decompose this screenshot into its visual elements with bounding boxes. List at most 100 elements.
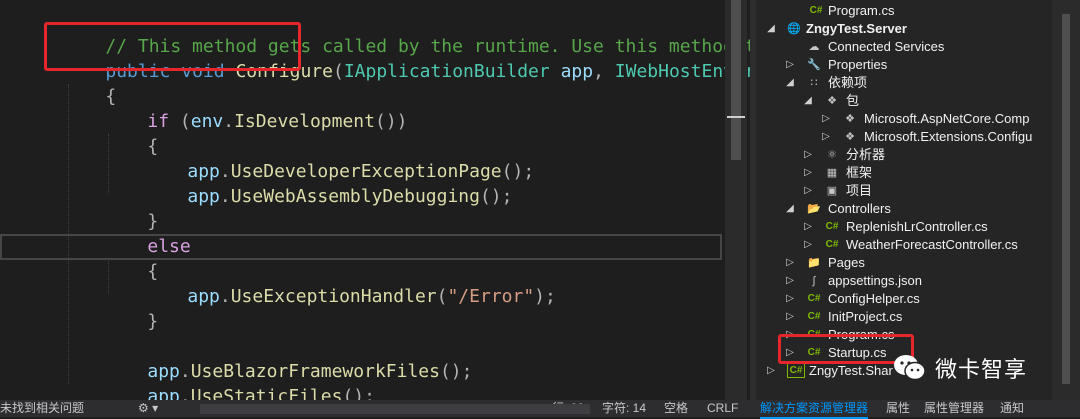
editor-horizontal-scrollbar[interactable] <box>200 404 590 414</box>
collapsed-arrow-icon[interactable]: ▷ <box>784 272 796 290</box>
tree-item-label: ZngyTest.Server <box>806 21 907 36</box>
web-project-icon: 🌐 <box>787 23 801 35</box>
collapsed-arrow-icon[interactable]: ▷ <box>802 236 814 254</box>
csharp-file-icon: C# <box>825 239 839 250</box>
dot: . <box>219 186 231 207</box>
tree-item-label: Pages <box>828 255 865 270</box>
status-chars: 字符: 14 <box>602 401 647 415</box>
tree-item-server-project[interactable]: ◢ 🌐 ZngyTest.Server <box>756 20 1052 38</box>
tree-item-label: 项目 <box>846 183 873 198</box>
tree-item-dependencies[interactable]: ◢ ∷ 依赖项 <box>756 74 1052 92</box>
collapsed-arrow-icon[interactable]: ▷ <box>820 110 832 128</box>
tree-item-label: Controllers <box>828 201 891 216</box>
collapsed-arrow-icon[interactable]: ▷ <box>784 56 796 74</box>
collapsed-arrow-icon[interactable]: ▷ <box>802 218 814 236</box>
close-paren: ()) <box>374 111 408 132</box>
tree-item-projects[interactable]: ▷ ▣ 项目 <box>756 182 1052 200</box>
scrollbar-thumb[interactable] <box>1062 14 1070 384</box>
code-line-open-brace: { <box>104 234 158 282</box>
tree-item-init-project[interactable]: ▷ C# InitProject.cs <box>756 308 1052 326</box>
code-line-use-blazor-framework-files: app.UseBlazorFrameworkFiles(); <box>104 334 472 382</box>
csharp-file-icon: C# <box>807 311 821 322</box>
tree-item-label: Microsoft.AspNetCore.Comp <box>864 111 1030 126</box>
expanded-arrow-icon[interactable]: ◢ <box>802 92 814 110</box>
code-line-if: if (env.IsDevelopment()) <box>104 84 407 132</box>
expanded-arrow-icon[interactable]: ◢ <box>765 20 777 38</box>
identifier-env: env <box>190 111 224 132</box>
tab-solution-explorer[interactable]: 解决方案资源管理器 <box>760 400 869 419</box>
csharp-file-icon: C# <box>807 293 821 304</box>
identifier-app: app <box>187 186 220 207</box>
tree-item-pages-folder[interactable]: ▷ 📁 Pages <box>756 254 1052 272</box>
collapsed-arrow-icon[interactable]: ▷ <box>784 290 796 308</box>
tree-item-analyzers[interactable]: ▷ ⚛ 分析器 <box>756 146 1052 164</box>
param-app: app <box>560 61 594 82</box>
tree-item-label: InitProject.cs <box>828 309 903 324</box>
solution-explorer: C# Program.cs ◢ 🌐 ZngyTest.Server ☁ Conn… <box>756 0 1052 400</box>
type-application-builder[interactable]: IApplicationBuilder <box>344 61 550 82</box>
scrollbar-thumb[interactable] <box>731 0 741 160</box>
tree-item-appsettings[interactable]: ▷ ∫ appsettings.json <box>756 272 1052 290</box>
tree-item-package-extensions-config[interactable]: ▷ ❖ Microsoft.Extensions.Configu <box>756 128 1052 146</box>
status-spaces[interactable]: 空格 <box>664 400 688 417</box>
tree-item-label: ConfigHelper.cs <box>828 291 920 306</box>
tab-property-manager[interactable]: 属性管理器 <box>924 400 984 417</box>
tool-window-tabs: 解决方案资源管理器 属性 属性管理器 通知 <box>756 400 1080 419</box>
tree-item-label: Connected Services <box>828 39 945 54</box>
collapsed-arrow-icon[interactable]: ▷ <box>802 146 814 164</box>
code-line-use-static-files: app.UseStaticFiles(); <box>104 359 375 407</box>
editor-vertical-scrollbar[interactable] <box>725 0 747 400</box>
tab-properties[interactable]: 属性 <box>886 400 910 417</box>
tree-item-label: Program.cs <box>828 3 895 18</box>
tree-item-properties[interactable]: ▷ 🔧 Properties <box>756 56 1052 74</box>
tree-item-connected-services[interactable]: ☁ Connected Services <box>756 38 1052 56</box>
tree-item-label: ZngyTest.Shar <box>809 363 893 378</box>
tab-notifications[interactable]: 通知 <box>1000 400 1024 417</box>
tree-item-replenish-controller[interactable]: ▷ C# ReplenishLrController.cs <box>756 218 1052 236</box>
folder-icon: 📂 <box>807 203 821 215</box>
string-literal-error: "/Error" <box>447 286 535 307</box>
status-eol[interactable]: CRLF <box>707 400 738 417</box>
annotation-box-configure <box>44 22 301 71</box>
tree-item-program-cs-client[interactable]: C# Program.cs <box>756 2 1052 20</box>
tree-item-label: Microsoft.Extensions.Configu <box>864 129 1033 144</box>
connected-services-icon: ☁ <box>808 41 820 53</box>
code-line-use-webassembly-debugging: app.UseWebAssemblyDebugging(); <box>144 159 512 207</box>
tree-item-frameworks[interactable]: ▷ ▦ 框架 <box>756 164 1052 182</box>
method-is-development[interactable]: IsDevelopment <box>234 111 375 132</box>
csharp-file-icon: C# <box>825 221 839 232</box>
wechat-logo-icon <box>894 355 926 381</box>
collapsed-arrow-icon[interactable]: ▷ <box>784 308 796 326</box>
tree-item-label: WeatherForecastController.cs <box>846 237 1018 252</box>
collapsed-arrow-icon[interactable]: ▷ <box>802 164 814 182</box>
tree-item-weather-controller[interactable]: ▷ C# WeatherForecastController.cs <box>756 236 1052 254</box>
collapsed-arrow-icon[interactable]: ▷ <box>784 254 796 272</box>
method-use-webassembly-debugging[interactable]: UseWebAssemblyDebugging <box>231 186 480 207</box>
analyzer-icon: ⚛ <box>827 149 837 161</box>
tree-item-label: Properties <box>828 57 888 72</box>
collapsed-arrow-icon[interactable]: ▷ <box>820 128 832 146</box>
expanded-arrow-icon[interactable]: ◢ <box>784 74 796 92</box>
method-use-exception-handler[interactable]: UseExceptionHandler <box>231 286 437 307</box>
code-editor[interactable]: // This method gets called by the runtim… <box>0 0 750 417</box>
tree-item-config-helper[interactable]: ▷ C# ConfigHelper.cs <box>756 290 1052 308</box>
csharp-file-icon: C# <box>809 5 823 16</box>
collapsed-arrow-icon[interactable]: ▷ <box>802 182 814 200</box>
tree-item-packages[interactable]: ◢ ❖ 包 <box>756 92 1052 110</box>
dot: . <box>223 111 235 132</box>
call-suffix: (); <box>479 186 513 207</box>
wrench-icon: 🔧 <box>807 59 821 71</box>
status-tools-icon[interactable]: ⚙ ▾ <box>138 400 158 417</box>
status-issues-text[interactable]: 未找到相关问题 <box>0 400 84 417</box>
close-paren: ); <box>534 286 556 307</box>
tree-item-label: 分析器 <box>846 147 886 162</box>
tree-item-controllers-folder[interactable]: ◢ 📂 Controllers <box>756 200 1052 218</box>
code-line-close-brace: } <box>104 284 158 332</box>
tree-item-label: 包 <box>846 93 860 108</box>
tree-item-package-aspnetcore[interactable]: ▷ ❖ Microsoft.AspNetCore.Comp <box>756 110 1052 128</box>
collapsed-arrow-icon[interactable]: ▷ <box>765 362 777 380</box>
explorer-vertical-scrollbar[interactable] <box>1052 0 1080 400</box>
comma: , <box>593 61 604 82</box>
tree-item-label: 框架 <box>846 165 873 180</box>
expanded-arrow-icon[interactable]: ◢ <box>784 200 796 218</box>
